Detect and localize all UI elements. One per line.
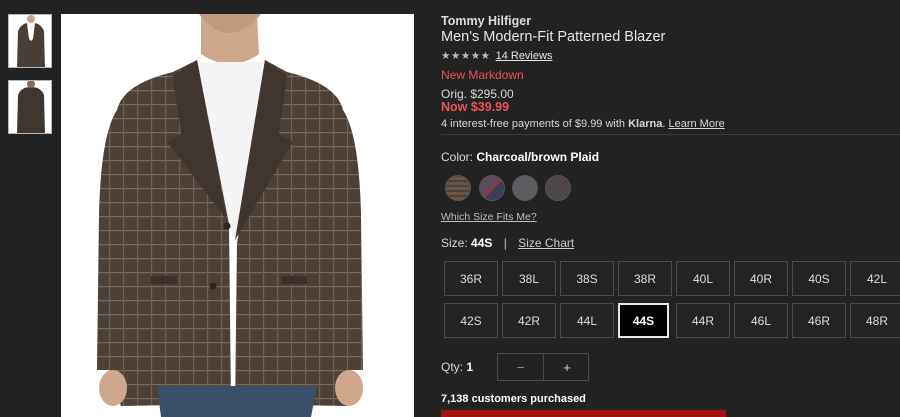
rating-row: ★★★★★ 14 Reviews	[441, 50, 552, 62]
size-label: Size:	[441, 236, 468, 250]
quantity-value: 1	[466, 360, 474, 374]
product-details-panel: Tommy Hilfiger Men's Modern-Fit Patterne…	[441, 0, 900, 417]
reviews-link[interactable]: 14 Reviews	[496, 50, 553, 62]
quantity-stepper: − +	[497, 353, 589, 381]
size-option[interactable]: 48R	[850, 303, 900, 338]
size-option[interactable]: 46R	[792, 303, 846, 338]
size-option[interactable]: 40L	[676, 261, 730, 296]
color-label: Color:	[441, 150, 474, 164]
star-rating-icon: ★★★★★	[441, 50, 491, 62]
size-option[interactable]: 40S	[792, 261, 846, 296]
which-size-fits-me-link[interactable]: Which Size Fits Me?	[441, 211, 537, 223]
customers-purchased-text: 7,138 customers purchased	[441, 393, 586, 405]
blazer-front-thumb-image	[9, 15, 51, 67]
original-price: Orig. $295.00	[441, 87, 514, 101]
klarna-period: .	[662, 118, 666, 130]
klarna-installments: 4 interest-free payments of $9.99 with K…	[441, 118, 725, 130]
product-title: Men's Modern-Fit Patterned Blazer	[441, 29, 666, 45]
grey-swatch[interactable]	[512, 175, 538, 201]
size-label-row: Size: 44S | Size Chart	[441, 236, 574, 250]
size-option[interactable]: 38L	[502, 261, 556, 296]
klarna-logo: Klarna	[628, 118, 663, 130]
size-option[interactable]: 36R	[444, 261, 498, 296]
color-label-row: Color: Charcoal/brown Plaid	[441, 150, 599, 164]
sale-price: Now $39.99	[441, 100, 510, 114]
brown-plaid-swatch[interactable]	[445, 175, 471, 201]
size-option[interactable]: 42S	[444, 303, 498, 338]
selected-size: 44S	[471, 236, 493, 250]
klarna-learn-more-link[interactable]: Learn More	[668, 118, 724, 130]
blazer-photo	[61, 14, 414, 417]
blazer-back-thumb-image	[9, 81, 51, 133]
size-option-selected[interactable]: 44S	[618, 303, 669, 338]
add-to-bag-button[interactable]	[441, 410, 726, 417]
navy-red-plaid-swatch[interactable]	[479, 175, 505, 201]
size-chart-link[interactable]: Size Chart	[518, 236, 574, 250]
size-option[interactable]: 42R	[502, 303, 556, 338]
quantity-increase-button[interactable]: +	[544, 354, 590, 380]
size-separator: |	[503, 236, 507, 250]
size-option[interactable]: 44R	[676, 303, 730, 338]
size-option[interactable]: 38S	[560, 261, 614, 296]
quantity-decrease-button[interactable]: −	[498, 354, 544, 380]
size-option[interactable]: 46L	[734, 303, 788, 338]
quantity-label: Qty:	[441, 360, 464, 374]
klarna-text: 4 interest-free payments of $9.99 with	[441, 118, 626, 130]
brand-name[interactable]: Tommy Hilfiger	[441, 14, 531, 28]
main-product-image[interactable]	[61, 14, 414, 417]
section-divider	[441, 134, 900, 135]
size-option[interactable]: 38R	[618, 261, 672, 296]
quantity-label-row: Qty: 1	[441, 360, 473, 374]
size-option[interactable]: 44L	[560, 303, 614, 338]
thumbnail-back[interactable]	[8, 80, 52, 134]
thumbnail-front[interactable]	[8, 14, 52, 68]
charcoal-swatch[interactable]	[545, 175, 571, 201]
markdown-badge: New Markdown	[441, 68, 524, 82]
size-option[interactable]: 42L	[850, 261, 900, 296]
size-option[interactable]: 40R	[734, 261, 788, 296]
selected-color: Charcoal/brown Plaid	[476, 150, 600, 164]
